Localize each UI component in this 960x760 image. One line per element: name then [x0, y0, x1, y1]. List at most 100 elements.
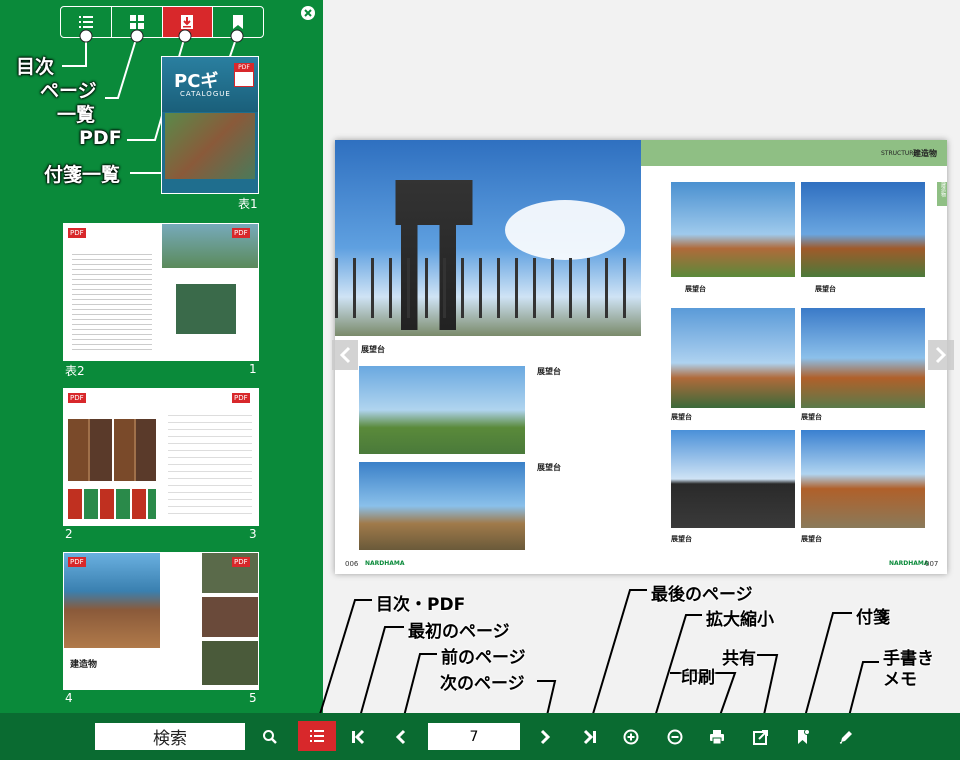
next-spread-button[interactable]: [928, 340, 954, 370]
page-header: STRUCTURE 建造物: [641, 140, 947, 166]
bottom-toolbar: [0, 713, 960, 760]
page-list-annotation-line1: ページ: [40, 80, 97, 102]
thumbnail-label-left: 4: [65, 691, 73, 705]
photo: [202, 597, 258, 637]
print-icon: [710, 730, 724, 745]
thumbnail-spread-3[interactable]: PDF 建造物 PDF: [64, 553, 258, 689]
tower-photo: [335, 140, 641, 336]
thumbnail-cover[interactable]: PCギ CATALOGUE PDF: [162, 57, 258, 193]
thumbnail-heading: 建造物: [70, 660, 98, 670]
page-left: PDF: [64, 389, 160, 525]
photo: [176, 284, 236, 334]
caption-label: 展望台: [801, 413, 822, 421]
cover-catalogue: CATALOGUE: [180, 90, 231, 98]
header-jp: 建造物: [913, 149, 937, 158]
thumbnail-label-left: 2: [65, 527, 73, 541]
thumbnail-label: 表1: [238, 197, 258, 211]
photo-2: [359, 366, 525, 454]
next-page-button[interactable]: [533, 725, 557, 749]
text-lines: [72, 250, 152, 350]
first-page-icon: [352, 729, 365, 745]
railing: [335, 258, 641, 318]
zoom-out-button[interactable]: [663, 725, 687, 749]
sidebar-panel: 目次 ページ 一覧 PDF 付箋一覧 PCギ CATALOGUE PDF 表1 …: [0, 0, 323, 713]
zoom-in-icon: [623, 729, 639, 745]
last-page-annotation: 最後のページ: [651, 585, 753, 605]
print-button[interactable]: [705, 725, 729, 749]
zoom-in-button[interactable]: [619, 725, 643, 749]
search-icon: [263, 730, 277, 744]
side-tab: 建造物: [937, 182, 947, 206]
text-lines: [168, 409, 252, 519]
search-button[interactable]: [258, 725, 282, 749]
thumbnail-spread-1[interactable]: PDF PDF: [64, 224, 258, 360]
handwrite-memo-button[interactable]: [834, 725, 858, 749]
pdf-badge: PDF: [68, 393, 86, 403]
caption-label: 展望台: [685, 285, 706, 293]
bookmark-list-annotation: 付箋一覧: [44, 164, 121, 186]
pdf-badge: PDF: [68, 228, 86, 238]
wood-swatches: [68, 419, 156, 481]
prev-page-button[interactable]: [389, 725, 413, 749]
pdf-badge: PDF: [232, 557, 250, 567]
thumbnail-label-left: 表2: [65, 364, 85, 378]
pdf-badge: PDF: [234, 63, 254, 87]
first-page-button[interactable]: [346, 725, 370, 749]
page-spread-viewer: 展望台 展望台 展望台 006 NARDHAMA STRUCTURE 建造物 建…: [330, 138, 950, 574]
chevron-left-icon: [395, 729, 406, 745]
page-right: PDF: [162, 553, 258, 689]
page-number-input[interactable]: [428, 723, 520, 750]
bookmark-button[interactable]: [791, 725, 815, 749]
prev-spread-button[interactable]: [332, 340, 358, 370]
page-list-annotation-line2: 一覧: [57, 104, 96, 126]
thumbnail-label-right: 3: [249, 527, 257, 541]
share-button[interactable]: [749, 725, 773, 749]
pdf-annotation: PDF: [79, 127, 122, 149]
zoom-out-icon: [667, 729, 683, 745]
pdf-badge-text: PDF: [235, 64, 253, 72]
caption-label: 展望台: [801, 535, 822, 543]
thumbnail-label-right: 5: [249, 691, 257, 705]
chevron-right-icon: [935, 346, 947, 364]
thumbnail-spread-2[interactable]: PDF PDF: [64, 389, 258, 525]
bookmark-icon: [798, 729, 810, 744]
toc-pdf-annotation: 目次・PDF: [376, 595, 466, 615]
brand-footer: NARDHAMA: [889, 560, 929, 567]
pdf-badge: PDF: [68, 557, 86, 567]
caption-label: 展望台: [537, 463, 561, 472]
color-swatches: [68, 489, 156, 519]
next-page-annotation: 次のページ: [440, 674, 525, 694]
search-input[interactable]: [95, 723, 245, 750]
caption-label: 展望台: [361, 345, 385, 354]
thumbnail-label-right: 1: [249, 362, 257, 376]
page-left: PDF 建造物: [64, 553, 160, 689]
last-page-button[interactable]: [578, 725, 602, 749]
photo: [64, 553, 160, 648]
page-left: PDF: [64, 224, 160, 360]
cloud: [505, 200, 625, 260]
print-annotation: 印刷: [681, 668, 715, 688]
caption-label: 展望台: [815, 285, 836, 293]
photo-3: [359, 462, 525, 550]
page-right: PDF: [162, 389, 258, 525]
last-page-icon: [583, 729, 596, 745]
toc-list-icon: [310, 730, 324, 742]
toc-pdf-button[interactable]: [298, 721, 336, 751]
prev-page-annotation: 前のページ: [441, 648, 526, 668]
pdf-badge: PDF: [232, 393, 250, 403]
photo-bl: [671, 430, 795, 528]
share-icon: [753, 730, 768, 745]
caption-label: 展望台: [537, 367, 561, 376]
pencil-icon: [839, 731, 852, 744]
caption-label: 展望台: [671, 413, 692, 421]
cover-photo: [165, 113, 255, 179]
page-right: PDF: [162, 224, 258, 360]
brand-footer: NARDHAMA: [365, 560, 405, 567]
photo-ml: [671, 308, 795, 408]
photo-mr: [801, 308, 925, 408]
page-number-right: 007: [925, 560, 939, 568]
first-page-annotation: 最初のページ: [408, 622, 510, 642]
toc-annotation: 目次: [16, 56, 55, 78]
photo-tl: [671, 182, 795, 277]
caption-label: 展望台: [671, 535, 692, 543]
